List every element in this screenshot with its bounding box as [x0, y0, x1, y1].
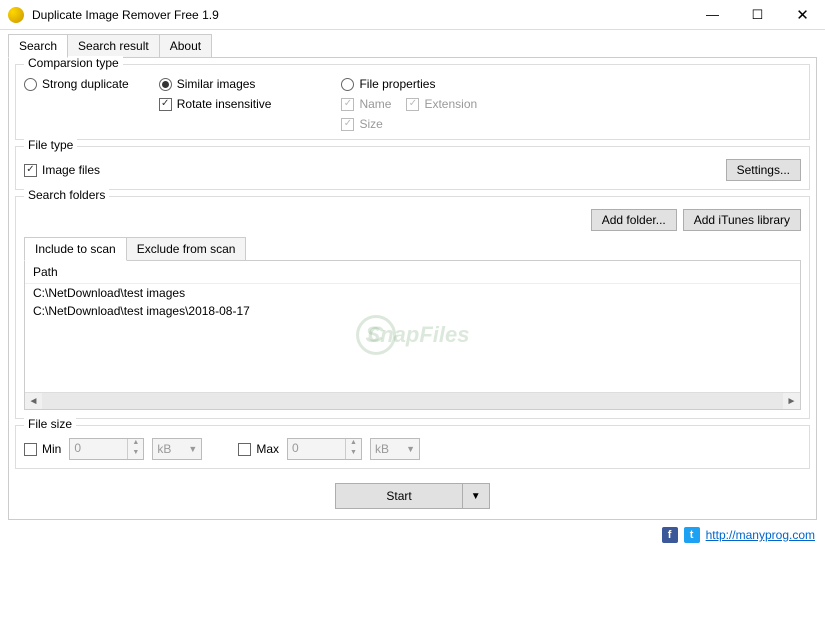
tab-include-scan[interactable]: Include to scan: [24, 237, 127, 261]
checkbox-image-files[interactable]: Image files: [24, 163, 100, 177]
radio-file-properties[interactable]: File properties: [341, 77, 477, 91]
app-icon: [8, 7, 24, 23]
checkbox-label-text: Min: [42, 442, 61, 456]
radio-label-text: Strong duplicate: [42, 77, 129, 91]
chevron-down-icon: ▼: [406, 444, 415, 454]
tab-search[interactable]: Search: [8, 34, 68, 58]
checkbox-label-text: Rotate insensitive: [177, 97, 272, 111]
radio-icon: [159, 78, 172, 91]
checkbox-label-text: Extension: [424, 97, 477, 111]
radio-label-text: File properties: [359, 77, 435, 91]
settings-button[interactable]: Settings...: [726, 159, 801, 181]
radio-similar-images[interactable]: Similar images: [159, 77, 272, 91]
checkbox-name: Name: [341, 97, 391, 111]
tab-about[interactable]: About: [159, 34, 212, 58]
add-itunes-button[interactable]: Add iTunes library: [683, 209, 801, 231]
path-list[interactable]: Path C:\NetDownload\test images C:\NetDo…: [24, 260, 801, 410]
scroll-right-icon[interactable]: ►: [783, 393, 800, 410]
path-item[interactable]: C:\NetDownload\test images\2018-08-17: [25, 302, 800, 320]
facebook-icon[interactable]: f: [662, 527, 678, 543]
chevron-down-icon: ▼: [188, 444, 197, 454]
spinner-down-icon: ▼: [128, 449, 143, 459]
select-value: kB: [375, 442, 389, 456]
checkbox-min[interactable]: Min: [24, 442, 61, 456]
content-panel: Comparsion type Strong duplicate Similar…: [8, 57, 817, 520]
spinner-up-icon: ▲: [128, 439, 143, 449]
checkbox-label-text: Image files: [42, 163, 100, 177]
checkbox-label-text: Name: [359, 97, 391, 111]
file-size-legend: File size: [24, 417, 76, 431]
titlebar: Duplicate Image Remover Free 1.9 — ☐ ✕: [0, 0, 825, 30]
checkbox-icon: [159, 98, 172, 111]
file-type-fieldset: File type Image files Settings...: [15, 146, 810, 190]
min-unit-select: kB ▼: [152, 438, 202, 460]
path-item[interactable]: C:\NetDownload\test images: [25, 284, 800, 302]
comparison-type-legend: Comparsion type: [24, 56, 123, 70]
select-value: kB: [157, 442, 171, 456]
radio-strong-duplicate[interactable]: Strong duplicate: [24, 77, 129, 91]
main-tabs: Search Search result About: [0, 30, 825, 58]
checkbox-label-text: Max: [256, 442, 279, 456]
checkbox-rotate-insensitive[interactable]: Rotate insensitive: [159, 97, 272, 111]
comparison-type-fieldset: Comparsion type Strong duplicate Similar…: [15, 64, 810, 140]
file-size-fieldset: File size Min 0 ▲ ▼ kB ▼ Max: [15, 425, 810, 469]
footer: f t http://manyprog.com: [0, 523, 825, 547]
checkbox-max[interactable]: Max: [238, 442, 279, 456]
search-folders-fieldset: Search folders Add folder... Add iTunes …: [15, 196, 810, 419]
maximize-button[interactable]: ☐: [735, 0, 780, 30]
spinner-down-icon: ▼: [346, 449, 361, 459]
checkbox-icon: [24, 443, 37, 456]
checkbox-icon: [24, 164, 37, 177]
tab-search-result[interactable]: Search result: [67, 34, 160, 58]
start-button[interactable]: Start: [335, 483, 462, 509]
checkbox-label-text: Size: [359, 117, 382, 131]
checkbox-icon: [341, 118, 354, 131]
scroll-left-icon[interactable]: ◄: [25, 393, 42, 410]
watermark: C SnapFiles: [356, 315, 470, 355]
checkbox-size: Size: [341, 117, 477, 131]
window-title: Duplicate Image Remover Free 1.9: [32, 8, 690, 22]
file-type-legend: File type: [24, 138, 77, 152]
close-button[interactable]: ✕: [780, 0, 825, 30]
checkbox-icon: [341, 98, 354, 111]
scroll-track[interactable]: [42, 393, 783, 409]
scan-tabs: Include to scan Exclude from scan: [24, 237, 801, 261]
checkbox-icon: [238, 443, 251, 456]
radio-icon: [341, 78, 354, 91]
start-dropdown-button[interactable]: ▼: [463, 483, 490, 509]
window-controls: — ☐ ✕: [690, 0, 825, 30]
search-folders-legend: Search folders: [24, 188, 109, 202]
minimize-button[interactable]: —: [690, 0, 735, 30]
path-column-header[interactable]: Path: [25, 261, 800, 284]
checkbox-icon: [406, 98, 419, 111]
add-folder-button[interactable]: Add folder...: [591, 209, 677, 231]
min-spinner: 0 ▲ ▼: [69, 438, 144, 460]
spinner-up-icon: ▲: [346, 439, 361, 449]
tab-exclude-scan[interactable]: Exclude from scan: [126, 237, 247, 261]
checkbox-extension: Extension: [406, 97, 477, 111]
spinner-value: 0: [288, 439, 345, 459]
spinner-value: 0: [70, 439, 127, 459]
twitter-icon[interactable]: t: [684, 527, 700, 543]
start-row: Start ▼: [15, 475, 810, 513]
max-spinner: 0 ▲ ▼: [287, 438, 362, 460]
max-unit-select: kB ▼: [370, 438, 420, 460]
horizontal-scrollbar[interactable]: ◄ ►: [25, 392, 800, 409]
radio-label-text: Similar images: [177, 77, 256, 91]
homepage-link[interactable]: http://manyprog.com: [706, 528, 815, 542]
radio-icon: [24, 78, 37, 91]
